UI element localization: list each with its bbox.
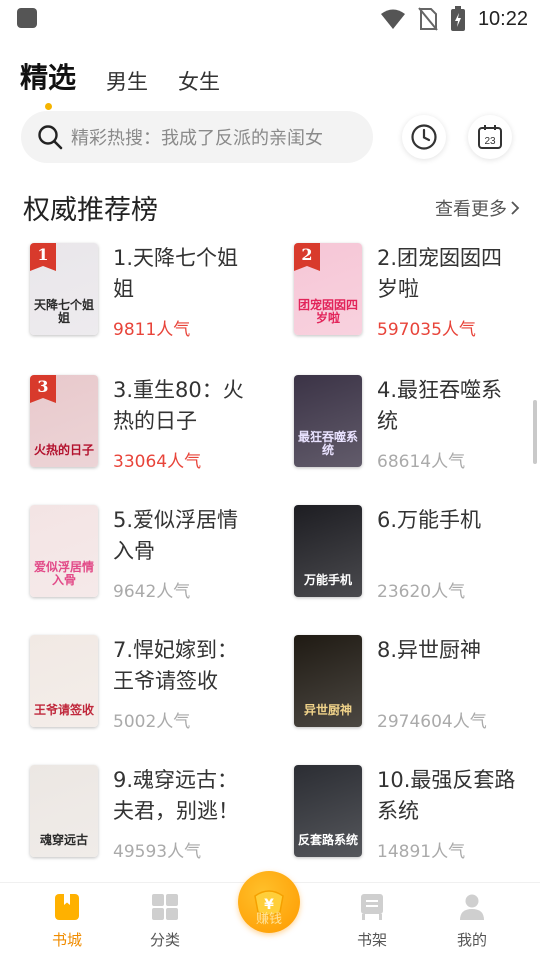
status-time: 10:22 [477, 7, 528, 30]
search-input[interactable]: 精彩热搜：我成了反派的亲闺女 [21, 111, 373, 163]
book-title[interactable]: 3.重生80：火热的日子 [113, 375, 253, 437]
book-cover[interactable]: 天降七个姐姐 1 [30, 243, 98, 335]
book-item[interactable]: 团宠囡囡四岁啦 2 2.团宠囡囡四岁啦 597035人气 [294, 243, 540, 340]
book-title[interactable]: 7.悍妃嫁到：王爷请签收 [113, 635, 253, 697]
bookshelf-icon [361, 894, 383, 920]
tab-label: 女生 [178, 70, 221, 94]
cover-title: 最狂吞噬系统 [297, 430, 358, 457]
view-more-label: 查看更多 [435, 199, 507, 220]
cover-title: 团宠囡囡四岁啦 [297, 298, 358, 325]
book-item[interactable]: 最狂吞噬系统 4.最狂吞噬系统 68614人气 [294, 375, 540, 472]
book-cover[interactable]: 爱似浮居情入骨 [30, 505, 98, 597]
book-item[interactable]: 反套路系统 10.最强反套路系统 14891人气 [294, 765, 540, 862]
rank-badge: 3 [30, 375, 56, 403]
active-tab-indicator [44, 103, 52, 110]
search-hot-keyword: 精彩热搜：我成了反派的亲闺女 [71, 128, 323, 149]
tab-female[interactable]: 女生 [178, 66, 220, 100]
book-cover[interactable]: 异世厨神 [294, 635, 362, 727]
cover-title: 爱似浮居情入骨 [33, 560, 94, 587]
book-title[interactable]: 10.最强反套路系统 [377, 765, 517, 827]
book-title[interactable]: 5.爱似浮居情入骨 [113, 505, 253, 567]
tab-label: 男生 [106, 70, 149, 94]
scrollbar[interactable] [533, 400, 537, 464]
rank-badge: 2 [294, 243, 320, 271]
book-popularity: 68614人气 [377, 452, 466, 472]
book-cover[interactable]: 反套路系统 [294, 765, 362, 857]
search-row: 精彩热搜：我成了反派的亲闺女 23 [21, 111, 521, 163]
book-item[interactable]: 天降七个姐姐 1 1.天降七个姐姐 9811人气 [30, 243, 280, 340]
cover-title: 王爷请签收 [33, 703, 94, 717]
view-more-link[interactable]: 查看更多 [435, 195, 520, 221]
bottom-nav: 书城 分类 ¥ 赚钱 书架 我的 [0, 871, 540, 960]
book-cover[interactable]: 王爷请签收 [30, 635, 98, 727]
book-item[interactable]: 王爷请签收 7.悍妃嫁到：王爷请签收 5002人气 [30, 635, 280, 732]
book-popularity: 14891人气 [377, 842, 466, 862]
calendar-button[interactable]: 23 [468, 115, 512, 159]
nav-category[interactable]: 分类 [125, 893, 205, 950]
book-item[interactable]: 爱似浮居情入骨 5.爱似浮居情入骨 9642人气 [30, 505, 280, 602]
book-item[interactable]: 魂穿远古 9.魂穿远古：夫君，别逃！ 49593人气 [30, 765, 280, 862]
cover-title: 火热的日子 [33, 443, 94, 457]
cover-title: 魂穿远古 [39, 833, 88, 847]
book-popularity: 49593人气 [113, 842, 202, 862]
nav-earn-coin[interactable]: ¥ 赚钱 [238, 871, 300, 933]
nav-earn-label: 赚钱 [255, 912, 282, 927]
book-title[interactable]: 1.天降七个姐姐 [113, 243, 253, 305]
history-button[interactable] [402, 115, 446, 159]
book-cover[interactable]: 火热的日子 3 [30, 375, 98, 467]
nav-bookshelf[interactable]: 书架 [332, 893, 412, 950]
rank-badge: 1 [30, 243, 56, 271]
nav-label: 书架 [356, 931, 387, 949]
cover-title: 天降七个姐姐 [33, 298, 94, 325]
profile-icon [460, 894, 484, 920]
book-popularity: 23620人气 [377, 582, 466, 602]
bookstore-icon [55, 894, 79, 920]
book-title[interactable]: 8.异世厨神 [377, 635, 517, 666]
history-icon [411, 124, 437, 150]
book-cover[interactable]: 团宠囡囡四岁啦 2 [294, 243, 362, 335]
status-icons: 10:22 [380, 5, 528, 33]
top-tabs: 精选 男生 女生 [20, 54, 220, 110]
book-popularity: 2974604人气 [377, 712, 487, 732]
calendar-day: 23 [484, 136, 496, 147]
book-popularity: 9811人气 [113, 320, 191, 340]
chevron-right-icon [511, 201, 520, 215]
book-item[interactable]: 异世厨神 8.异世厨神 2974604人气 [294, 635, 540, 732]
book-item[interactable]: 万能手机 6.万能手机 23620人气 [294, 505, 540, 602]
nav-bookstore[interactable]: 书城 [27, 893, 107, 950]
book-title[interactable]: 2.团宠囡囡四岁啦 [377, 243, 517, 305]
cover-title: 异世厨神 [303, 703, 352, 717]
book-popularity: 5002人气 [113, 712, 191, 732]
status-bar: 10:22 [0, 0, 540, 38]
no-sim-icon [418, 7, 438, 31]
book-popularity: 597035人气 [377, 320, 476, 340]
book-item[interactable]: 火热的日子 3 3.重生80：火热的日子 33064人气 [30, 375, 280, 472]
book-title[interactable]: 4.最狂吞噬系统 [377, 375, 517, 437]
tab-featured[interactable]: 精选 [20, 56, 77, 110]
book-cover[interactable]: 魂穿远古 [30, 765, 98, 857]
nav-label: 我的 [456, 931, 487, 949]
book-title[interactable]: 9.魂穿远古：夫君，别逃！ [113, 765, 253, 827]
tab-male[interactable]: 男生 [106, 66, 148, 100]
category-grid-icon [152, 894, 178, 920]
book-title[interactable]: 6.万能手机 [377, 505, 517, 536]
app-notification-icon [17, 8, 37, 28]
book-cover[interactable]: 万能手机 [294, 505, 362, 597]
search-icon [38, 125, 63, 150]
section-title: 权威推荐榜 [23, 195, 158, 226]
book-popularity: 9642人气 [113, 582, 191, 602]
cover-title: 反套路系统 [297, 833, 358, 847]
battery-charging-icon [450, 6, 465, 31]
nav-profile[interactable]: 我的 [432, 893, 512, 950]
book-cover[interactable]: 最狂吞噬系统 [294, 375, 362, 467]
cover-title: 万能手机 [303, 573, 352, 587]
calendar-icon: 23 [478, 125, 502, 149]
tab-label: 精选 [20, 61, 77, 94]
nav-label: 分类 [149, 931, 180, 949]
book-popularity: 33064人气 [113, 452, 202, 472]
nav-label: 书城 [51, 931, 82, 949]
wifi-icon [380, 9, 405, 29]
